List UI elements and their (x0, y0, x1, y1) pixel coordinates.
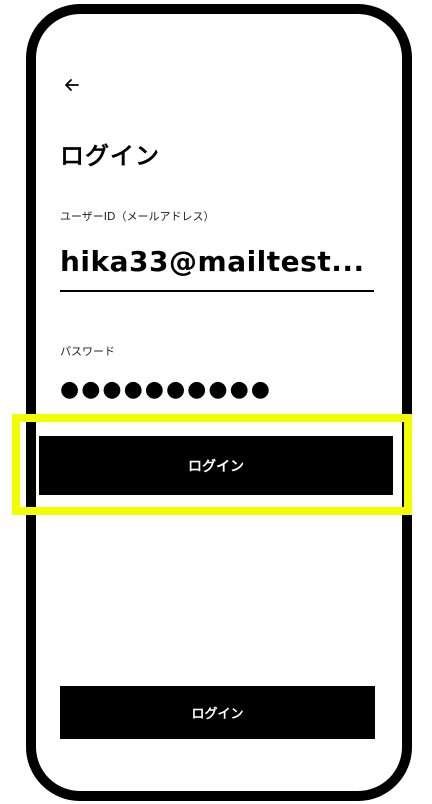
page-title: ログイン (60, 142, 160, 170)
back-arrow-icon[interactable] (61, 74, 83, 96)
login-button[interactable]: ログイン (39, 436, 393, 495)
screen: ログイン ユーザーID（メールアドレス） hika33@mailtest... … (0, 0, 432, 804)
password-field-label: パスワード (60, 345, 115, 358)
password-field[interactable]: ●●●●●●●●●● (60, 372, 374, 408)
login-button-bottom[interactable]: ログイン (60, 686, 375, 739)
email-field[interactable]: hika33@mailtest... (60, 234, 374, 292)
email-field-label: ユーザーID（メールアドレス） (60, 210, 215, 223)
arrow-left-icon (65, 79, 79, 91)
